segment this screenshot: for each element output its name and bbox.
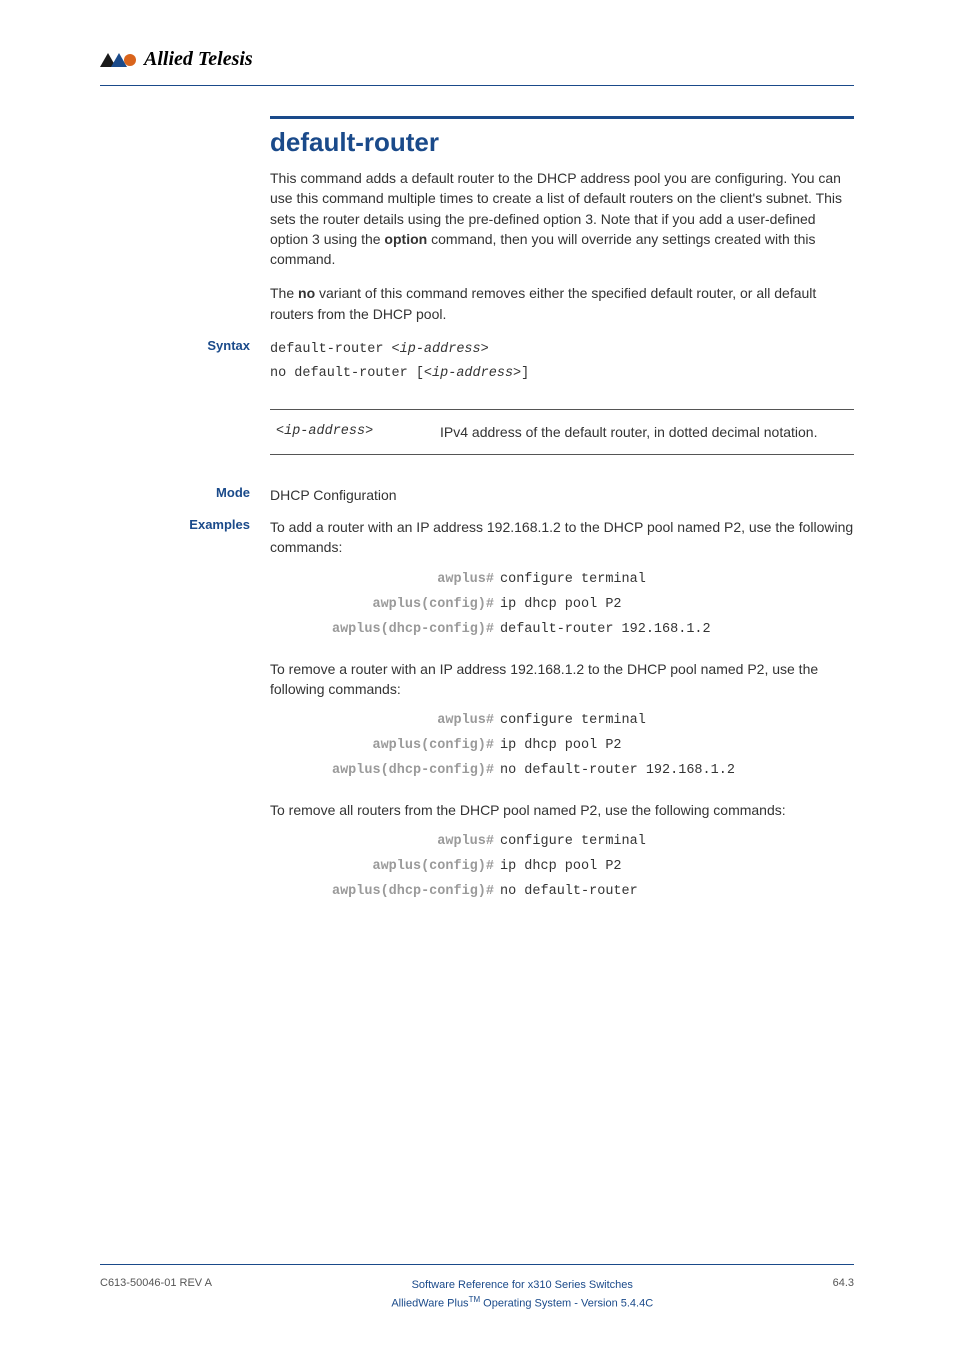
example-3-commands: awplus# configure terminal awplus(config… xyxy=(270,834,854,899)
cmd-text: ip dhcp pool P2 xyxy=(500,738,622,753)
list-item: awplus(dhcp-config)# no default-router 1… xyxy=(270,763,854,778)
example-1-text: To add a router with an IP address 192.1… xyxy=(270,517,854,558)
list-item: awplus(config)# ip dhcp pool P2 xyxy=(270,597,854,612)
text: >] xyxy=(513,366,529,381)
footer-line-2: AlliedWare PlusTM Operating System - Ver… xyxy=(212,1294,833,1312)
example-2-text: To remove a router with an IP address 19… xyxy=(270,659,854,700)
cmd-prompt: awplus# xyxy=(270,572,500,587)
mode-label: Mode xyxy=(100,485,260,500)
example-3-text: To remove all routers from the DHCP pool… xyxy=(270,800,854,820)
cmd-text: configure terminal xyxy=(500,572,646,587)
footer-left: C613-50046-01 REV A xyxy=(100,1277,212,1289)
cmd-text: no default-router 192.168.1.2 xyxy=(500,763,735,778)
trademark-icon: TM xyxy=(469,1295,481,1304)
text-bold: no xyxy=(298,285,315,301)
cmd-prompt: awplus(dhcp-config)# xyxy=(270,622,500,637)
syntax-line-2: no default-router [<ip-address>] xyxy=(270,362,854,386)
cmd-prompt: awplus(config)# xyxy=(270,738,500,753)
text: no default-router [< xyxy=(270,366,432,381)
footer-line-1: Software Reference for x310 Series Switc… xyxy=(212,1277,833,1294)
footer-right: 64.3 xyxy=(833,1277,854,1289)
cmd-text: default-router 192.168.1.2 xyxy=(500,622,711,637)
list-item: awplus# configure terminal xyxy=(270,572,854,587)
examples-label: Examples xyxy=(100,517,260,532)
intro-paragraph-1: This command adds a default router to th… xyxy=(270,168,854,269)
cmd-text: no default-router xyxy=(500,884,638,899)
parameter-table: <ip-address> IPv4 address of the default… xyxy=(270,409,854,455)
text: > xyxy=(481,342,489,357)
text: ip-address xyxy=(400,342,481,357)
page-footer: C613-50046-01 REV A Software Reference f… xyxy=(100,1264,854,1312)
list-item: awplus(config)# ip dhcp pool P2 xyxy=(270,859,854,874)
text: variant of this command removes either t… xyxy=(270,285,816,321)
example-1-commands: awplus# configure terminal awplus(config… xyxy=(270,572,854,637)
text: default-router < xyxy=(270,342,400,357)
syntax-label: Syntax xyxy=(100,338,260,353)
logo-mark-icon xyxy=(100,51,138,69)
brand-logo: Allied Telesis xyxy=(100,48,854,71)
header-rule xyxy=(100,85,854,86)
table-row: <ip-address> IPv4 address of the default… xyxy=(270,424,854,440)
text: Operating System - Version 5.4.4C xyxy=(480,1298,653,1310)
cmd-text: ip dhcp pool P2 xyxy=(500,597,622,612)
cmd-prompt: awplus(config)# xyxy=(270,597,500,612)
cmd-prompt: awplus(dhcp-config)# xyxy=(270,884,500,899)
cmd-prompt: awplus(dhcp-config)# xyxy=(270,763,500,778)
intro-paragraph-2: The no variant of this command removes e… xyxy=(270,283,854,324)
cmd-text: ip dhcp pool P2 xyxy=(500,859,622,874)
example-2-commands: awplus# configure terminal awplus(config… xyxy=(270,713,854,778)
text: AlliedWare Plus xyxy=(391,1298,468,1310)
cmd-text: configure terminal xyxy=(500,713,646,728)
page-title: default-router xyxy=(270,127,854,158)
logo-text: Allied Telesis xyxy=(144,48,253,71)
cmd-prompt: awplus# xyxy=(270,834,500,849)
syntax-line-1: default-router <ip-address> xyxy=(270,338,854,362)
mode-text: DHCP Configuration xyxy=(270,485,854,505)
footer-rule xyxy=(100,1264,854,1265)
param-name: <ip-address> xyxy=(270,424,440,440)
cmd-text: configure terminal xyxy=(500,834,646,849)
list-item: awplus(dhcp-config)# no default-router xyxy=(270,884,854,899)
list-item: awplus# configure terminal xyxy=(270,834,854,849)
text-bold: option xyxy=(384,231,427,247)
param-description: IPv4 address of the default router, in d… xyxy=(440,424,854,440)
text: The xyxy=(270,285,298,301)
list-item: awplus(dhcp-config)# default-router 192.… xyxy=(270,622,854,637)
cmd-prompt: awplus(config)# xyxy=(270,859,500,874)
cmd-prompt: awplus# xyxy=(270,713,500,728)
list-item: awplus# configure terminal xyxy=(270,713,854,728)
title-rule xyxy=(270,116,854,119)
text: ip-address xyxy=(432,366,513,381)
list-item: awplus(config)# ip dhcp pool P2 xyxy=(270,738,854,753)
footer-center: Software Reference for x310 Series Switc… xyxy=(212,1277,833,1312)
